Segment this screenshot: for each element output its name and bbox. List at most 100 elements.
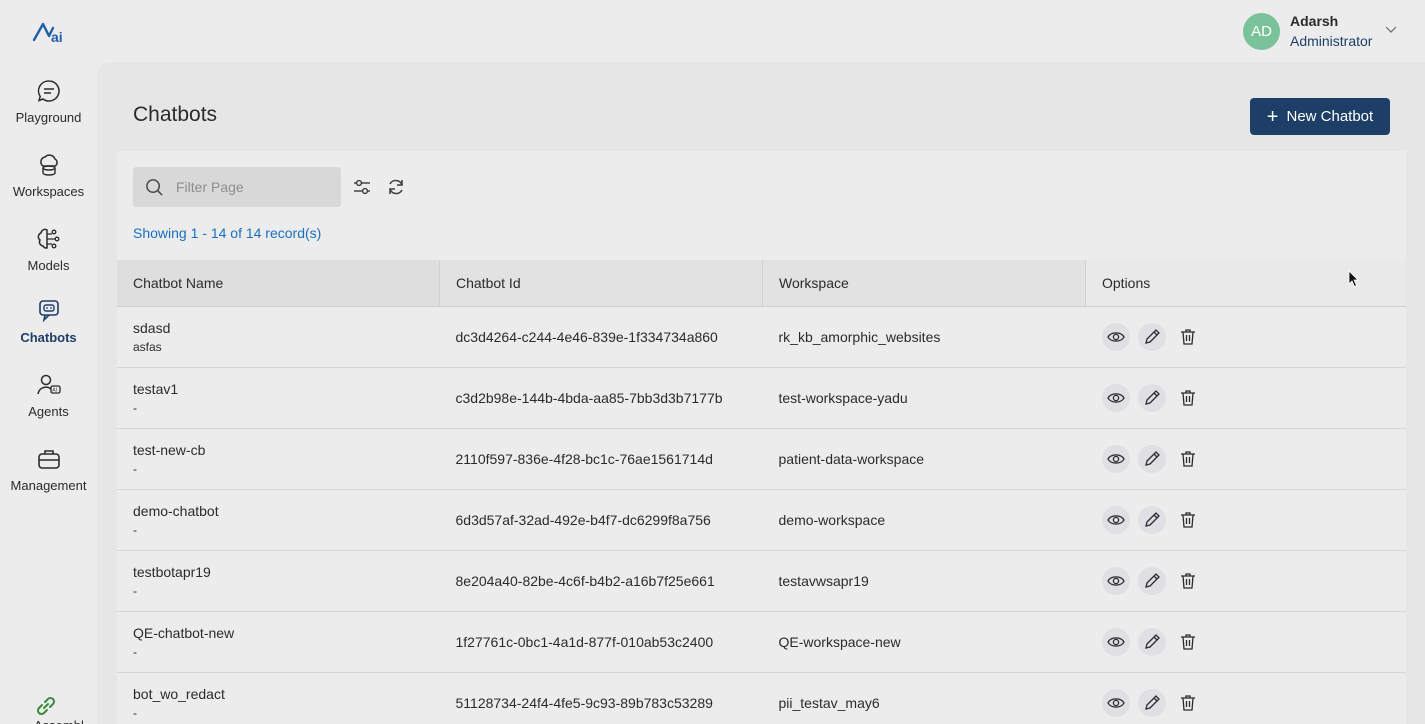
delete-button[interactable] [1174,628,1202,656]
nav-label-models: Models [27,258,70,273]
mouse-cursor-icon [1348,270,1359,288]
view-button[interactable] [1101,567,1130,595]
chatbots-card: Showing 1 - 14 of 14 record(s) Chatbot N… [117,151,1406,724]
sidebar: ai Playground Workspaces Models Chatbots… [0,0,97,724]
cell-options [1085,306,1406,368]
nav-label-chatbots: Chatbots [20,330,77,345]
cell-options [1085,672,1406,724]
chatbot-name: sdasd [133,320,171,336]
user-name: Adarsh [1290,13,1339,29]
user-menu[interactable]: AD Adarsh Administrator [1243,11,1372,51]
cell-id: 2110f597-836e-4f28-bc1c-76ae1561714d [439,428,763,490]
refresh-icon[interactable] [386,177,406,197]
cell-id: 8e204a40-82be-4c6f-b4b2-a16b7f25e661 [439,550,763,612]
link-icon[interactable] [33,693,59,719]
table-row: demo-chatbot - 6d3d57af-32ad-492e-b4f7-dc… [117,489,1406,551]
eye-icon [1106,454,1125,464]
filter-settings-icon[interactable] [352,177,372,197]
cell-name: demo-chatbot - [117,489,440,551]
chatbot-name: testav1 [133,381,179,397]
cell-workspace: QE-workspace-new [762,611,1086,673]
svg-text:AI: AI [52,388,57,394]
nav-item-playground[interactable]: Playground [0,78,97,142]
trash-icon [1180,451,1195,467]
trash-icon [1180,695,1195,711]
page-title: Chatbots [133,103,218,126]
chatbot-icon [38,300,59,323]
app-logo-icon[interactable]: ai [31,18,67,46]
view-button[interactable] [1101,628,1130,656]
delete-button[interactable] [1174,384,1202,412]
cell-options [1085,611,1406,673]
plus-icon: + [1266,105,1279,128]
delete-button[interactable] [1174,323,1202,351]
eye-icon [1106,576,1125,586]
chatbot-desc: asfas [133,340,162,354]
eye-icon [1106,332,1125,342]
trash-icon [1180,390,1195,406]
pencil-icon [1144,329,1160,344]
nav-label-agents: Agents [28,404,69,419]
cell-id: 1f27761c-0bc1-4a1d-877f-010ab53c2400 [439,611,763,673]
trash-icon [1180,634,1195,650]
pencil-icon [1144,451,1160,466]
edit-button[interactable] [1137,323,1166,351]
cell-options [1085,428,1406,490]
chatbot-name: test-new-cb [133,442,206,458]
nav-item-workspaces[interactable]: Workspaces [0,152,97,216]
delete-button[interactable] [1174,567,1202,595]
cell-name: test-new-cb - [117,428,440,490]
eye-icon [1106,698,1125,708]
user-role: Administrator [1290,33,1373,49]
new-chatbot-label: New Chatbot [1286,108,1374,125]
table-header-row: Chatbot Name Chatbot Id Workspace Option… [117,260,1406,307]
delete-button[interactable] [1174,506,1202,534]
chevron-down-icon[interactable] [1385,24,1397,34]
chatbot-desc: - [133,645,137,659]
nav-item-chatbots[interactable]: Chatbots [0,298,97,362]
avatar[interactable]: AD [1243,12,1280,50]
new-chatbot-button[interactable]: + New Chatbot [1250,98,1390,135]
chatbot-desc: - [133,401,137,415]
cell-id: 6d3d57af-32ad-492e-b4f7-dc6299f8a756 [439,489,763,551]
filter-input[interactable] [174,178,328,196]
filter-box[interactable] [133,167,341,207]
chatbot-name: QE-chatbot-new [133,625,235,641]
pencil-icon [1144,512,1160,527]
column-header-workspace[interactable]: Workspace [762,260,1086,307]
table-row: bot_wo_redact - 51128734-24f4-4fe5-9c93-8… [117,672,1406,724]
cell-workspace: rk_kb_amorphic_websites [762,306,1086,368]
pencil-icon [1144,573,1160,588]
view-button[interactable] [1101,506,1130,534]
table-row: testbotapr19 - 8e204a40-82be-4c6f-b4b2-a1… [117,550,1406,612]
eye-icon [1106,393,1125,403]
search-icon [146,178,163,196]
nav-item-management[interactable]: Management [0,446,97,510]
edit-button[interactable] [1137,689,1166,717]
edit-button[interactable] [1137,506,1166,534]
delete-button[interactable] [1174,445,1202,473]
view-button[interactable] [1101,323,1130,351]
nav-item-models[interactable]: Models [0,226,97,290]
edit-button[interactable] [1137,567,1166,595]
cell-name: bot_wo_redact - [117,672,440,724]
cell-name: sdasd asfas [117,306,440,368]
view-button[interactable] [1101,445,1130,473]
cell-options [1085,550,1406,612]
cell-options [1085,367,1406,429]
view-button[interactable] [1101,689,1130,717]
column-header-id[interactable]: Chatbot Id [439,260,763,307]
edit-button[interactable] [1137,384,1166,412]
view-button[interactable] [1101,384,1130,412]
edit-button[interactable] [1137,628,1166,656]
column-header-name[interactable]: Chatbot Name [117,260,440,307]
chatbot-name: testbotapr19 [133,564,211,580]
briefcase-icon [37,450,60,469]
edit-button[interactable] [1137,445,1166,473]
chatbot-desc: - [133,523,137,537]
user-info: Adarsh Administrator [1290,11,1372,51]
cell-workspace: demo-workspace [762,489,1086,551]
nav-item-agents[interactable]: AI Agents [0,372,97,436]
chatbot-desc: - [133,462,137,476]
delete-button[interactable] [1174,689,1202,717]
